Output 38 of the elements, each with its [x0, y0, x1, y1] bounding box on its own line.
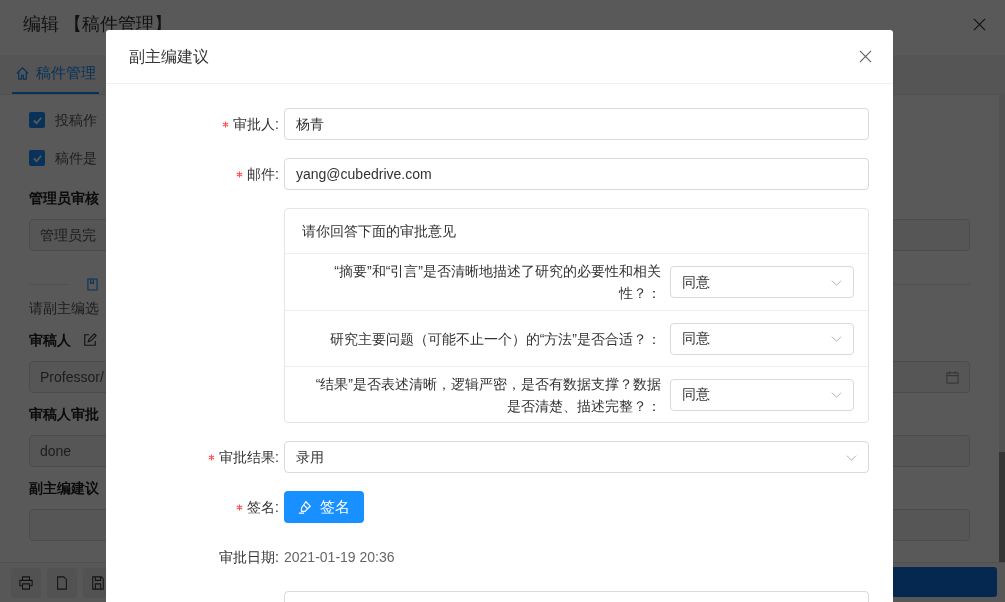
book-icon — [87, 277, 98, 291]
scrollbar[interactable] — [999, 452, 1005, 562]
select-field[interactable]: 录用 — [284, 441, 869, 473]
checkbox[interactable] — [29, 150, 45, 166]
close-icon[interactable] — [973, 17, 986, 31]
checkbox-label: 投稿作 — [55, 110, 97, 130]
chevron-icon — [831, 333, 842, 344]
select-field[interactable]: 同意 — [670, 322, 854, 355]
input-field[interactable]: 杨青 — [284, 108, 869, 140]
select-field[interactable]: 同意 — [670, 378, 854, 411]
field-label: 审批结果: — [219, 447, 279, 467]
section-heading: 审稿人审批 — [29, 404, 99, 424]
checkmark-icon — [31, 114, 43, 126]
dialog-title: 副主编建议 — [129, 46, 209, 67]
checkbox-label: 稿件是 — [55, 148, 97, 168]
question-text: “结果”是否表述清晰，逻辑严密，是否有数据支撑？数据是否清楚、描述完整？： — [314, 374, 662, 416]
select-field[interactable]: 同意 — [670, 266, 854, 298]
input-field[interactable]: yang@cubedrive.com — [284, 158, 869, 190]
section-heading: 管理员审核 — [29, 188, 99, 208]
field-label: 审批日期: — [219, 547, 279, 567]
checkbox[interactable] — [29, 112, 45, 128]
panel-header: 请你回答下面的审批意见 — [285, 209, 868, 254]
edit-icon[interactable] — [83, 333, 97, 347]
field-label: 签名: — [247, 497, 279, 517]
chevron-icon — [831, 389, 842, 400]
date-value: 2021-01-19 20:36 — [284, 547, 395, 567]
question-text: 研究主要问题（可能不止一个）的“方法”是否合适？： — [328, 329, 662, 349]
section-heading: 副主编建议 — [29, 478, 99, 498]
file-icon[interactable] — [47, 567, 77, 598]
pen-icon — [298, 500, 312, 514]
print-icon[interactable] — [11, 567, 41, 598]
question-text: “摘要”和“引言”是否清晰地描述了研究的必要性和相关性？： — [333, 262, 662, 303]
section-heading: 审稿人 — [29, 330, 71, 350]
checkmark-icon — [31, 152, 43, 164]
field-label: 邮件: — [247, 164, 279, 184]
home-icon — [15, 65, 30, 81]
field-label: 审批人: — [233, 114, 279, 134]
close-icon[interactable] — [859, 50, 872, 63]
